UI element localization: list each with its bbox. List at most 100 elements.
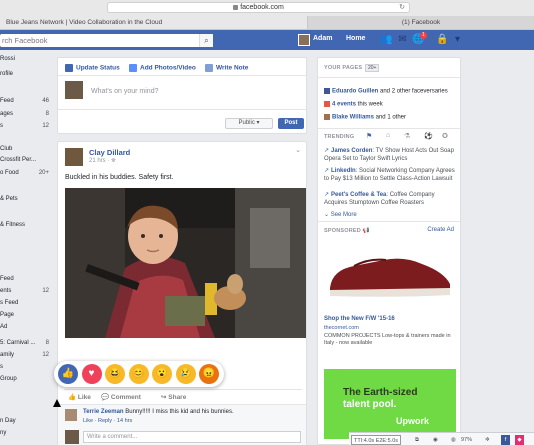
trend-item[interactable]: ↗ James Corden: TV Show Host Acts Out Soa…: [324, 148, 457, 163]
trend-item[interactable]: ↗ Peet's Coffee & Tea: Coffee Company Acq…: [324, 192, 457, 207]
sidebar-item[interactable]: Rossi: [0, 56, 15, 62]
wow-icon[interactable]: 😮: [152, 364, 172, 384]
comment-author[interactable]: Terrie Zeeman: [83, 409, 124, 415]
comment-input[interactable]: Write a comment...: [83, 431, 301, 443]
comment-button[interactable]: 💬 Comment: [101, 393, 141, 401]
profile-link[interactable]: Adam: [313, 35, 332, 42]
ad-image-shoe[interactable]: [324, 240, 456, 308]
sidebar-item[interactable]: Crossfit Per...: [0, 157, 36, 163]
ad-image-upwork[interactable]: The Earth-sized talent pool. Upwork: [324, 369, 456, 439]
audience-selector[interactable]: Public ▾: [225, 118, 273, 129]
avatar[interactable]: [298, 34, 310, 46]
avatar[interactable]: [65, 148, 83, 166]
trending-arrow-icon: ↗: [324, 192, 330, 198]
puzzle-icon[interactable]: ⧉: [415, 435, 419, 445]
reminder-text: this week: [356, 101, 383, 108]
share-button[interactable]: ↪ Share: [161, 393, 186, 401]
see-more-link[interactable]: ⌄ See More: [324, 211, 357, 218]
pocket-icon[interactable]: ◆: [515, 435, 524, 445]
home-link[interactable]: Home: [346, 35, 365, 42]
divider: [58, 75, 308, 76]
divider: [58, 109, 308, 110]
friend-requests-icon[interactable]: 👥: [380, 34, 393, 46]
post-timestamp[interactable]: 21 hrs · ⛯: [89, 158, 116, 165]
ad-title[interactable]: Shop the New F/W '15-16: [324, 316, 395, 322]
perf-timing-badge[interactable]: TTI:4.0s E2E:5.0s: [351, 435, 402, 445]
sidebar-item-count: 8: [45, 340, 49, 346]
search-icon[interactable]: ⌕: [199, 34, 213, 47]
sidebar-item[interactable]: s: [0, 364, 3, 370]
write-note-tab[interactable]: Write Note: [205, 64, 248, 72]
reload-icon[interactable]: ↻: [399, 3, 405, 12]
sidebar-item[interactable]: Group: [0, 376, 17, 382]
post-author[interactable]: Clay Dillard: [89, 148, 130, 157]
events-reminder[interactable]: 4 events this week: [324, 101, 383, 108]
trending-top-icon[interactable]: ⚑: [366, 132, 372, 140]
sidebar-item[interactable]: s: [0, 123, 3, 129]
sidebar-item[interactable]: 5: Carnival ...: [0, 340, 35, 346]
lock-icon: [233, 4, 239, 10]
trending-science-icon[interactable]: ⚗: [404, 132, 410, 140]
yay-icon[interactable]: 😊: [128, 364, 149, 384]
post-button[interactable]: Post: [278, 118, 304, 129]
comment-actions[interactable]: Like · Reply · 14 hrs: [83, 418, 132, 424]
gift-icon: [324, 114, 330, 120]
like-label: Like: [77, 394, 91, 401]
faceversary-reminder[interactable]: Eduardo Guillen and 2 other faceversarie…: [324, 88, 448, 95]
megaphone-icon: 📢: [362, 228, 370, 234]
search-placeholder: rch Facebook: [2, 36, 48, 45]
update-status-tab[interactable]: Update Status: [65, 64, 120, 72]
menu-icon[interactable]: ▾: [451, 34, 464, 46]
sidebar-item[interactable]: & Pets: [0, 196, 18, 202]
add-photos-tab[interactable]: Add Photos/Video: [129, 64, 196, 72]
lock-icon[interactable]: 🔒: [436, 34, 449, 46]
sidebar-item[interactable]: s Feed: [0, 300, 18, 306]
trending-sports-icon[interactable]: ⚽: [424, 132, 433, 140]
sidebar-item[interactable]: n Day: [0, 418, 16, 424]
globe-icon[interactable]: ◍: [451, 435, 456, 445]
sidebar-item[interactable]: ents: [0, 288, 11, 294]
trending-politics-icon[interactable]: ⌂: [386, 132, 390, 139]
write-note-label: Write Note: [216, 64, 249, 72]
facebook-icon[interactable]: f: [501, 435, 510, 445]
sidebar-item[interactable]: Page: [0, 312, 14, 318]
chevron-down-icon[interactable]: ⌄: [295, 146, 301, 154]
camera-icon[interactable]: ◉: [433, 435, 438, 445]
like-button[interactable]: 👍 Like: [68, 393, 91, 401]
post-photo[interactable]: [65, 188, 306, 338]
browser-tab-bluejeans[interactable]: Blue Jeans Network | Video Collaboration…: [0, 16, 308, 29]
create-ad-link[interactable]: Create Ad: [427, 227, 454, 233]
share-label: Share: [168, 394, 187, 401]
sidebar-item[interactable]: amily: [0, 352, 14, 358]
sidebar-item[interactable]: o Food: [0, 170, 19, 176]
avatar[interactable]: [65, 409, 77, 421]
sidebar-item[interactable]: Feed: [0, 98, 14, 104]
sidebar-item[interactable]: Ad: [0, 324, 7, 330]
like-icon[interactable]: 👍: [58, 364, 78, 384]
divider: [318, 128, 462, 129]
sidebar-item[interactable]: ages: [0, 111, 13, 117]
birthday-reminder[interactable]: Blake Williams and 1 other: [324, 114, 406, 121]
extensions-bar: TTI:4.0s E2E:5.0s ⧉ ◉ ◍ 97% ✲ f ◆: [349, 432, 534, 445]
chevron-down-icon: ⌄: [324, 212, 331, 218]
sidebar-item[interactable]: ny: [0, 430, 6, 436]
sidebar-item[interactable]: rofile: [0, 71, 13, 77]
sidebar-item[interactable]: Feed: [0, 276, 14, 282]
browser-tab-facebook[interactable]: (1) Facebook: [308, 16, 534, 29]
angry-icon[interactable]: 😠: [199, 364, 219, 384]
ad-url[interactable]: thecornet.com: [324, 325, 359, 331]
haha-icon[interactable]: 😆: [105, 364, 125, 384]
trend-item[interactable]: ↗ LinkedIn: Social Networking Company Agr…: [324, 168, 457, 183]
search-input[interactable]: rch Facebook ⌕: [0, 34, 213, 47]
love-icon[interactable]: ♥: [81, 364, 102, 384]
like-icon: 👍: [68, 394, 78, 401]
sidebar-item[interactable]: & Fitness: [0, 222, 25, 228]
calendar-icon: [324, 101, 330, 107]
trending-entertainment-icon[interactable]: ✪: [442, 132, 448, 140]
sad-icon[interactable]: 😢: [175, 364, 196, 384]
status-input[interactable]: What's on your mind?: [91, 88, 158, 95]
url-bar[interactable]: facebook.com ↻: [107, 2, 410, 13]
sidebar-item[interactable]: Club: [0, 146, 12, 152]
bug-icon[interactable]: ✲: [485, 435, 490, 445]
messages-icon[interactable]: ✉: [396, 34, 409, 46]
